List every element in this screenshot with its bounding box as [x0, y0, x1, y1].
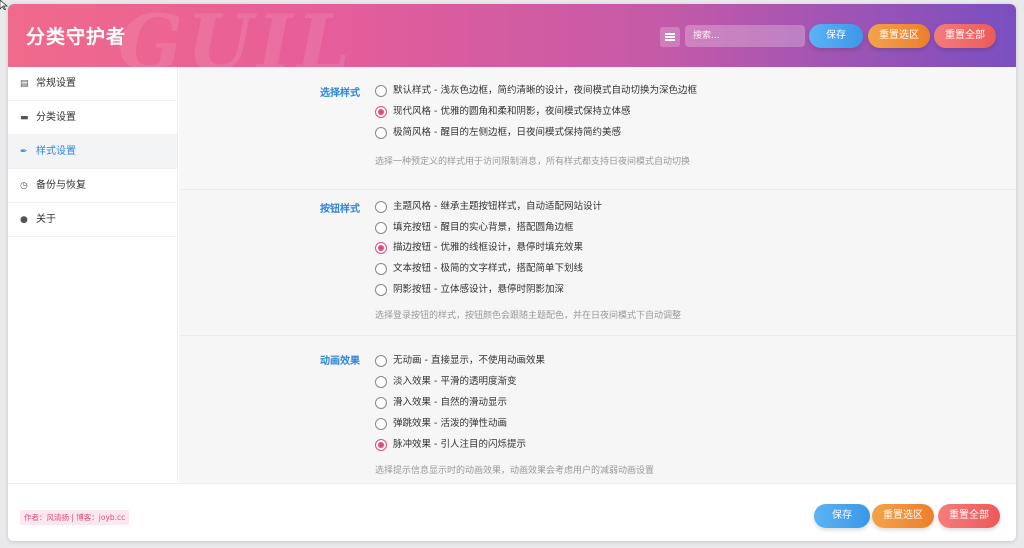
radio-button[interactable] — [375, 127, 387, 139]
header-reset-all-button[interactable]: 重置全部 — [934, 24, 996, 48]
sidebar-item-general[interactable]: ▤ 常规设置 — [8, 67, 177, 101]
sidebar-item-category[interactable]: ▬ 分类设置 — [8, 101, 177, 135]
footer-save-button[interactable]: 保存 — [814, 504, 870, 528]
radio-button-checked[interactable] — [375, 106, 387, 118]
author-credit: 作者：风清扬 | 博客：joyb.cc — [20, 510, 130, 525]
folder-icon: ▬ — [20, 113, 29, 123]
section-hint: 选择登录按钮的样式，按钮颜色会跟随主题配色，并在日夜间模式下自动调整 — [375, 311, 682, 321]
search-input[interactable] — [685, 25, 805, 47]
sidebar-item-about[interactable]: ● 关于 — [8, 203, 177, 237]
cursor-icon — [0, 0, 8, 10]
sidebar-item-label: 常规设置 — [36, 78, 76, 89]
radio-button[interactable] — [375, 263, 387, 275]
sidebar-item-label: 样式设置 — [36, 146, 76, 157]
sidebar-item-backup[interactable]: ◷ 备份与恢复 — [8, 169, 177, 203]
animation-section: 动画效果 无动画 - 直接显示，不使用动画效果 淡入效果 - 平滑的透明度渐变 … — [179, 336, 1016, 483]
section-label: 按钮样式 — [320, 204, 360, 215]
radio-button[interactable] — [375, 201, 387, 213]
header-save-button[interactable]: 保存 — [809, 24, 863, 48]
footer-reset-section-button[interactable]: 重置选区 — [872, 504, 934, 528]
radio-button[interactable] — [375, 376, 387, 388]
radio-button[interactable] — [375, 222, 387, 234]
history-icon: ◷ — [20, 181, 28, 191]
section-hint: 选择一种预定义的样式用于访问限制消息，所有样式都支持日夜间模式自动切换 — [375, 157, 691, 167]
info-icon: ● — [20, 215, 28, 225]
header-watermark: GUIL — [118, 4, 355, 67]
section-label: 选择样式 — [320, 88, 360, 99]
radio-button-checked[interactable] — [375, 439, 387, 451]
sidebar-item-style[interactable]: ✒ 样式设置 — [8, 135, 177, 169]
radio-button[interactable] — [375, 418, 387, 430]
section-label: 动画效果 — [320, 356, 360, 367]
settings-icon: ▤ — [20, 79, 29, 89]
settings-window: GUIL 分类守护者 保存 重置选区 重置全部 ▤ 常规设置 ▬ 分类设置 ✒ … — [8, 4, 1016, 541]
menu-icon[interactable] — [660, 27, 680, 47]
radio-button-checked[interactable] — [375, 242, 387, 254]
header-reset-section-button[interactable]: 重置选区 — [868, 24, 930, 48]
brush-icon: ✒ — [20, 147, 28, 157]
footer-reset-all-button[interactable]: 重置全部 — [938, 504, 1000, 528]
sidebar-item-label: 分类设置 — [36, 112, 76, 123]
page-title: 分类守护者 — [26, 26, 127, 48]
button-style-section: 按钮样式 主题风格 - 继承主题按钮样式，自动适配网站设计 填充按钮 - 醒目的… — [320, 201, 682, 321]
radio-button[interactable] — [375, 355, 387, 367]
radio-button[interactable] — [375, 85, 387, 97]
settings-content: 选择样式 默认样式 - 浅灰色边框，简约清晰的设计，夜间模式自动切换为深色边框 … — [179, 67, 1016, 483]
sidebar-item-label: 关于 — [36, 214, 56, 225]
radio-button[interactable] — [375, 397, 387, 409]
section-hint: 选择提示信息显示时的动画效果，动画效果会考虑用户的减弱动画设置 — [375, 466, 655, 476]
radio-button[interactable] — [375, 284, 387, 296]
style-section: 选择样式 默认样式 - 浅灰色边框，简约清晰的设计，夜间模式自动切换为深色边框 … — [179, 67, 1016, 189]
footer-bar: 作者：风清扬 | 博客：joyb.cc 保存 重置选区 重置全部 — [8, 483, 1016, 541]
sidebar: ▤ 常规设置 ▬ 分类设置 ✒ 样式设置 ◷ 备份与恢复 ● 关于 — [8, 67, 178, 483]
sidebar-item-label: 备份与恢复 — [36, 180, 86, 191]
header-bar: GUIL 分类守护者 保存 重置选区 重置全部 — [8, 4, 1016, 67]
